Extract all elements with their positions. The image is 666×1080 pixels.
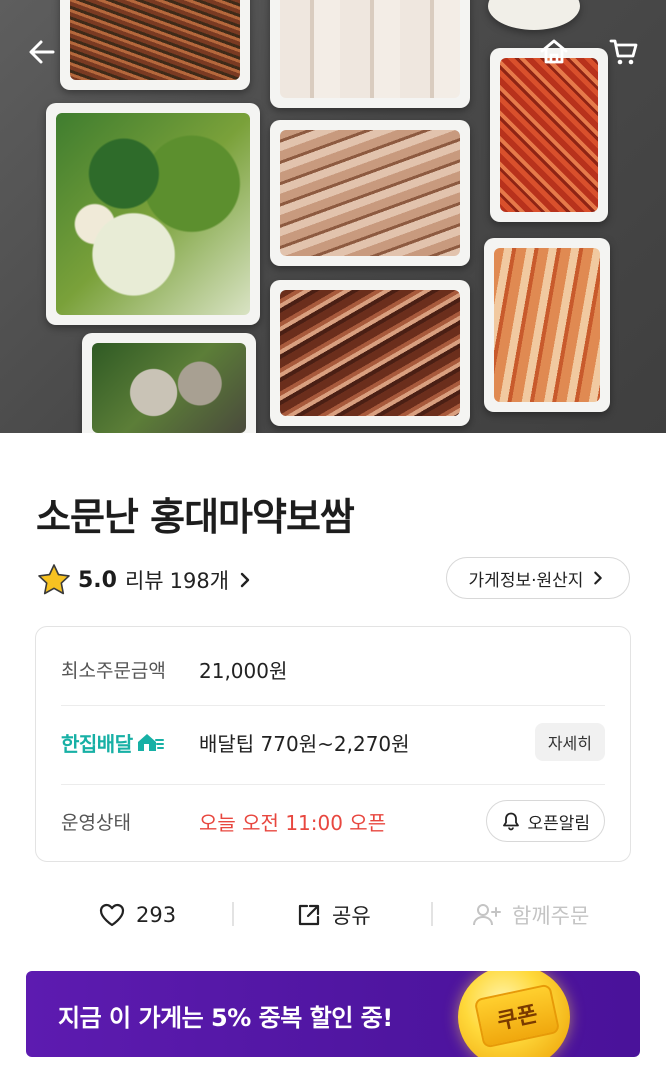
min-order-label: 최소주문금액 [61, 659, 166, 682]
delivery-brand-label: 한집배달 [61, 731, 133, 756]
store-hero-image [0, 0, 666, 433]
review-count: 198개 [169, 569, 230, 593]
rating-row[interactable]: 5.0 리뷰 198개 [36, 560, 255, 600]
food-tray [46, 103, 260, 325]
cart-icon [609, 39, 638, 65]
coupon-icon: 쿠폰 [458, 971, 570, 1057]
delivery-brand: 한집배달 [61, 728, 199, 757]
open-alarm-label: 오픈알림 [527, 813, 590, 834]
back-arrow-icon [29, 40, 55, 64]
back-button[interactable] [20, 30, 64, 74]
food-tray [270, 280, 470, 426]
review-label: 리뷰 [124, 569, 164, 593]
chevron-right-icon [594, 571, 603, 585]
share-button[interactable]: 공유 [296, 893, 371, 937]
like-count: 293 [136, 903, 177, 927]
group-order-button[interactable]: 함께주문 [472, 893, 589, 937]
store-info-label: 가게정보·원산지 [468, 570, 584, 591]
min-order-value: 21,000원 [199, 658, 288, 683]
cart-button[interactable] [602, 30, 646, 74]
group-order-label: 함께주문 [512, 904, 590, 928]
food-tray [490, 48, 608, 222]
banner-text: 지금 이 가게는 5% 중복 할인 중! [58, 1004, 393, 1032]
min-order-row: 최소주문금액 21,000원 [61, 633, 605, 705]
share-icon [298, 904, 320, 926]
action-bar: 293 공유 함께주문 [0, 893, 666, 937]
add-person-icon [473, 904, 501, 926]
home-delivery-icon [137, 734, 164, 751]
food-tray [82, 333, 256, 433]
rating-score: 5.0 [78, 567, 117, 593]
status-value: 오늘 오전 11:00 오픈 [199, 810, 387, 835]
home-button[interactable] [532, 30, 576, 74]
sauce-bowl [488, 0, 580, 30]
star-icon [38, 564, 70, 595]
food-tray [270, 0, 470, 108]
store-name: 소문난 홍대마약보쌈 [36, 495, 355, 539]
coupon-banner[interactable]: 지금 이 가게는 5% 중복 할인 중! 쿠폰 [26, 971, 640, 1057]
coupon-label: 쿠폰 [495, 1002, 540, 1035]
food-tray [484, 238, 610, 412]
home-icon [540, 39, 568, 64]
like-button[interactable]: 293 [98, 893, 176, 937]
share-label: 공유 [332, 904, 371, 928]
chevron-right-icon [240, 572, 250, 588]
delivery-tip-row: 한집배달 배달팁 770원~2,270원 자세히 [61, 706, 605, 778]
heart-icon [99, 903, 125, 927]
food-tray [60, 0, 250, 90]
bell-icon [503, 812, 520, 831]
delivery-info-card: 최소주문금액 21,000원 한집배달 배달팁 770원~2,270원 자세히 … [35, 626, 631, 862]
open-alarm-button[interactable]: 오픈알림 [486, 800, 605, 842]
status-label: 운영상태 [61, 811, 131, 834]
delivery-tip-detail-button[interactable]: 자세히 [534, 723, 605, 761]
delivery-tip-value: 배달팁 770원~2,270원 [199, 731, 410, 756]
business-status-row: 운영상태 오늘 오전 11:00 오픈 오픈알림 [61, 785, 605, 857]
food-tray [270, 120, 470, 266]
divider [232, 902, 234, 926]
divider [431, 902, 433, 926]
store-info-button[interactable]: 가게정보·원산지 [446, 557, 630, 599]
